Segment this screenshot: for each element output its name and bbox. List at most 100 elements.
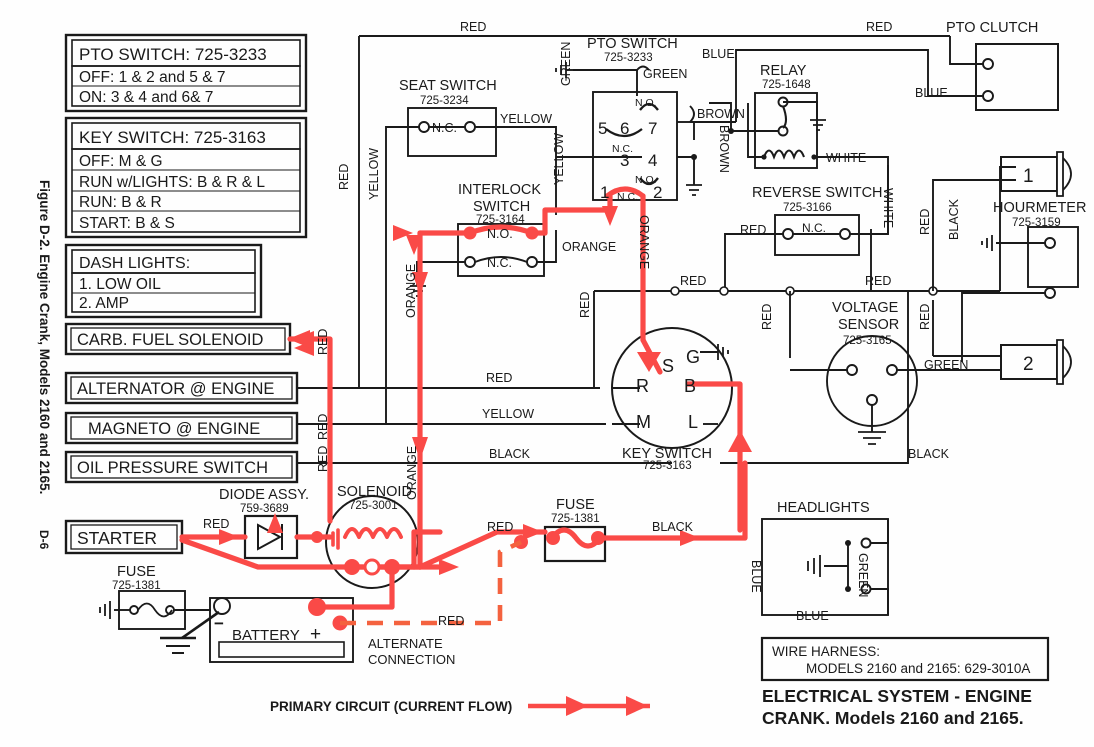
headlights-title: HEADLIGHTS [777, 500, 870, 516]
seat-switch-contact: N.C. [432, 121, 457, 135]
pto-t6: 6 [620, 119, 629, 138]
key-legend-title: KEY SWITCH: 725-3163 [79, 128, 266, 147]
figure-caption: Figure D-2. Engine Crank, Models 2160 an… [37, 180, 52, 550]
label-red-mid: RED [486, 371, 512, 385]
diode-title: DIODE ASSY. [219, 487, 309, 503]
seat-switch-part: 725-3234 [420, 95, 469, 107]
key-legend-row-3: START: B & S [79, 215, 175, 232]
battery-label: BATTERY [232, 627, 300, 644]
label-red-v2: RED [316, 414, 330, 440]
interlock-title2: SWITCH [473, 199, 530, 215]
pto-t7: 7 [648, 119, 657, 138]
fuse-left-title: FUSE [117, 564, 156, 580]
label-red-vert-right2: RED [918, 304, 932, 330]
ks-term-r: R [636, 376, 649, 396]
solenoid-open-node [363, 558, 381, 576]
pto-legend-row-0: OFF: 1 & 2 and 5 & 7 [79, 69, 225, 86]
label-red-vert-left: RED [337, 164, 351, 190]
key-legend-row-1: RUN w/LIGHTS: B & R & L [79, 174, 265, 191]
reverse-switch-contact: N.C. [802, 221, 826, 235]
pto-clutch-title: PTO CLUTCH [946, 20, 1038, 36]
primary-circuit-legend-text: PRIMARY CIRCUIT (CURRENT FLOW) [270, 699, 512, 714]
label-black-right: BLACK [908, 447, 950, 461]
label-blue-clutch: BLUE [915, 86, 948, 100]
lamp-2-label: 2 [1023, 354, 1034, 375]
fuse-left-part: 725-1381 [112, 580, 161, 592]
label-red-vert-vs: RED [760, 304, 774, 330]
hourmeter-title: HOURMETER [993, 200, 1086, 216]
voltage-sensor-title: VOLTAGE [832, 300, 899, 316]
label-red-bus2: RED [865, 274, 891, 288]
seat-switch-title: SEAT SWITCH [399, 78, 497, 94]
label-brown-pto: BROWN [697, 107, 745, 121]
carb-fuel-solenoid-box: CARB. FUEL SOLENOID [64, 322, 292, 356]
interlock-no: N.O. [487, 227, 513, 241]
fuse-main-part: 725-1381 [551, 513, 600, 525]
pto-t1: 1 [600, 183, 609, 202]
label-yellow-mid: YELLOW [482, 407, 534, 421]
label-blue-headlight: BLUE [749, 560, 763, 593]
key-legend-row-0: OFF: M & G [79, 153, 163, 170]
relay-part: 725-1648 [762, 79, 811, 91]
title-line-2: CRANK. Models 2160 and 2165. [762, 708, 1024, 728]
pto-lbl-nc2: N.C. [617, 191, 638, 203]
alt-conn-line1: ALTERNATE [368, 636, 443, 651]
voltage-sensor-title2: SENSOR [838, 317, 899, 333]
pto-lbl-nc1: N.C. [612, 143, 633, 155]
wiring-diagram-page: Figure D-2. Engine Crank, Models 2160 an… [0, 0, 1094, 747]
alternator-at-engine-box: ALTERNATOR @ ENGINE [64, 371, 299, 405]
diode-part: 759-3689 [240, 503, 289, 515]
oil-pressure-label: OIL PRESSURE SWITCH [77, 459, 268, 477]
label-green-headlight: GREEN [856, 553, 870, 597]
label-white-vert: WHITE [881, 188, 895, 228]
interlock-part: 725-3164 [476, 214, 525, 226]
interlock-nc: N.C. [487, 256, 512, 270]
label-yellow-vert-pto: YELLOW [552, 133, 566, 185]
reverse-switch-part: 725-3166 [783, 202, 832, 214]
battery-minus: − [214, 614, 224, 633]
label-black-mid: BLACK [489, 447, 531, 461]
pto-lbl-no2: N.O. [635, 174, 657, 186]
pto-t4: 4 [648, 151, 657, 170]
page-number: D-6 [37, 530, 51, 550]
fuse-main-title: FUSE [556, 497, 595, 513]
label-blue-headlight2: BLUE [796, 609, 829, 623]
reverse-switch-title: REVERSE SWITCH [752, 185, 883, 201]
label-green-pto: GREEN [643, 67, 687, 81]
ks-term-g: G [686, 347, 700, 367]
voltage-sensor-part: 725-3165 [843, 335, 892, 347]
ks-term-s: S [662, 356, 674, 376]
key-legend-row-2: RUN: B & R [79, 194, 162, 211]
label-red-top2: RED [866, 20, 892, 34]
pto-legend-row-1: ON: 3 & 4 and 6& 7 [79, 89, 213, 106]
starter-label: STARTER [77, 528, 157, 548]
relay-title: RELAY [760, 63, 807, 79]
oil-pressure-switch-box: OIL PRESSURE SWITCH [64, 450, 299, 484]
dash-legend-row-1: 2. AMP [79, 295, 129, 312]
label-orange-interlock: ORANGE [562, 240, 616, 254]
pto-switch-title: PTO SWITCH [587, 36, 678, 52]
label-red-bus: RED [680, 274, 706, 288]
carb-fuel-solenoid-label: CARB. FUEL SOLENOID [77, 331, 264, 349]
label-orange-vert-left: ORANGE [404, 264, 418, 318]
pto-lbl-no1: N.O. [635, 97, 657, 109]
label-red-v1: RED [316, 329, 330, 355]
label-red-vert-right: RED [918, 209, 932, 235]
ks-term-l: L [688, 412, 698, 432]
title-line-1: ELECTRICAL SYSTEM - ENGINE [762, 686, 1032, 706]
label-brown-vert: BROWN [717, 125, 731, 173]
label-red-starter: RED [203, 517, 229, 531]
lamp-1-label: 1 [1023, 166, 1034, 187]
pto-t5: 5 [598, 119, 607, 138]
ks-term-b: B [684, 376, 696, 396]
label-red-vert-ks: RED [578, 292, 592, 318]
label-black-vert-right: BLACK [947, 198, 961, 240]
ks-term-m: M [636, 412, 651, 432]
wire-harness-detail: MODELS 2160 and 2165: 629-3010A [806, 661, 1030, 676]
alt-conn-line2: CONNECTION [368, 652, 455, 667]
key-switch-part: 725-3163 [643, 460, 692, 472]
figure-caption-text: Figure D-2. Engine Crank, Models 2160 an… [37, 180, 52, 494]
label-black-fuse: BLACK [652, 520, 694, 534]
solenoid-title: SOLENOID [337, 484, 412, 500]
dash-legend-row-0: 1. LOW OIL [79, 276, 161, 293]
